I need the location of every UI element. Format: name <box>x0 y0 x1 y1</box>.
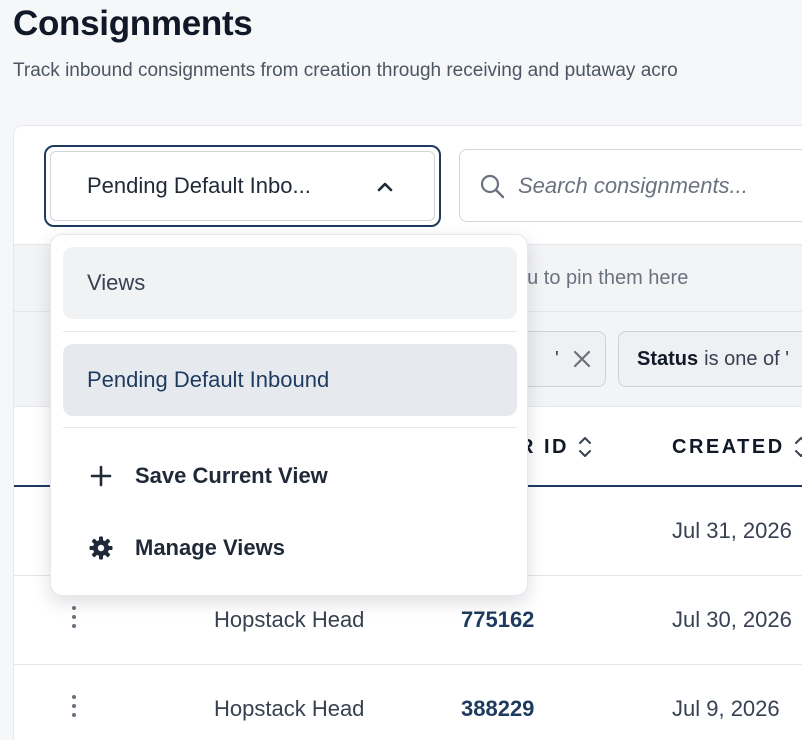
kebab-menu-icon[interactable] <box>69 695 79 725</box>
chevron-up-icon <box>377 182 393 192</box>
search-input[interactable] <box>518 172 802 199</box>
column-header-id[interactable]: R ID <box>519 434 593 460</box>
cell-created: Jul 9, 2026 <box>672 696 780 721</box>
view-option-pending-default-inbound[interactable]: Pending Default Inbound <box>63 344 517 416</box>
views-menu-header: Views <box>63 247 517 319</box>
consignments-page: Consignments Track inbound consignments … <box>0 0 802 740</box>
search-box[interactable] <box>459 149 802 222</box>
toolbar: Pending Default Inbo... <box>14 126 802 244</box>
pin-hint-text: nu to pin them here <box>516 267 689 289</box>
manage-views-label: Manage Views <box>135 535 285 560</box>
cell-created: Jul 30, 2026 <box>672 607 792 632</box>
cell-warehouse: Hopstack Head <box>214 607 365 632</box>
status-filter-chip[interactable]: Status is one of ' <box>618 331 802 387</box>
search-icon <box>480 174 505 198</box>
gear-icon <box>87 535 115 561</box>
kebab-menu-icon[interactable] <box>69 606 79 636</box>
cell-created: Jul 31, 2026 <box>672 518 792 543</box>
page-subtitle: Track inbound consignments from creation… <box>13 60 678 81</box>
filter-operator: is one of ' <box>704 347 790 370</box>
divider <box>63 331 517 332</box>
cell-warehouse: Hopstack Head <box>214 696 365 721</box>
cell-consignment-id[interactable]: 775162 <box>461 607 534 633</box>
views-dropdown-menu: Views Pending Default Inbound Save Curre… <box>50 234 528 596</box>
divider <box>63 427 517 428</box>
view-select-inner: Pending Default Inbo... <box>50 151 435 221</box>
manage-views-button[interactable]: Manage Views <box>87 528 285 568</box>
save-current-view-button[interactable]: Save Current View <box>87 456 328 496</box>
page-title: Consignments <box>13 4 253 43</box>
table-row[interactable]: Hopstack Head 388229 Jul 9, 2026 <box>14 665 802 740</box>
filter-chip-text: ' <box>555 347 559 370</box>
filter-field: Status <box>637 347 699 370</box>
sort-icon <box>794 437 802 457</box>
close-icon[interactable] <box>571 348 593 370</box>
cell-consignment-id[interactable]: 388229 <box>461 696 534 722</box>
view-select-label: Pending Default Inbo... <box>87 173 311 198</box>
column-header-created[interactable]: CREATED <box>672 434 802 460</box>
sort-icon <box>579 437 591 457</box>
plus-icon <box>87 464 115 488</box>
save-current-view-label: Save Current View <box>135 463 328 488</box>
view-select[interactable]: Pending Default Inbo... <box>44 145 441 227</box>
column-header-created-label: CREATED <box>672 435 785 458</box>
